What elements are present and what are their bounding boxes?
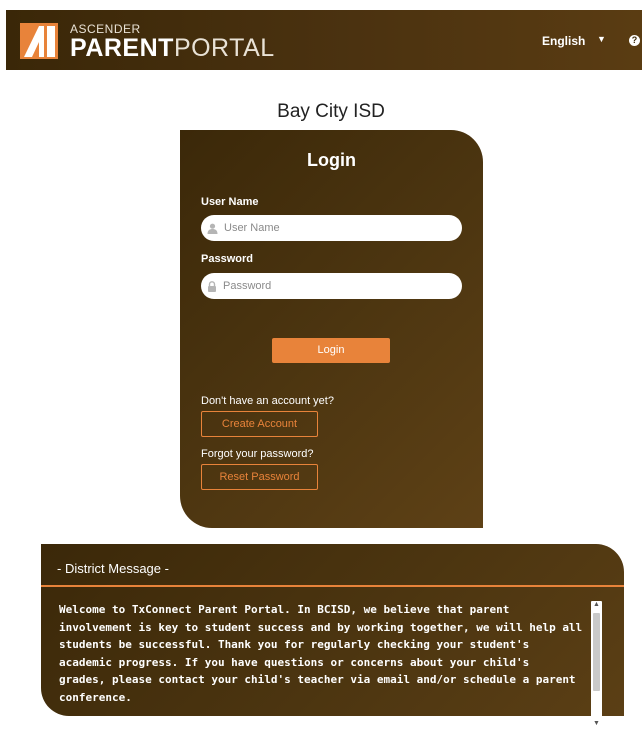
reset-password-button[interactable]: Reset Password	[201, 464, 318, 490]
scroll-up-icon[interactable]: ▲	[591, 601, 602, 608]
username-field[interactable]	[201, 215, 462, 241]
login-card: Login User Name Password Login Don't hav…	[180, 130, 483, 528]
forgot-password-text: Forgot your password?	[201, 448, 314, 460]
message-line: conference.	[59, 690, 132, 704]
message-line: Welcome to TxConnect Parent Portal. In B…	[59, 603, 510, 616]
help-icon[interactable]: ?	[629, 35, 640, 46]
message-line: academic progress. If you have questions…	[59, 655, 530, 669]
ascender-logo-icon	[20, 23, 58, 59]
ascender-parent-portal-logo[interactable]: ASCENDER PARENTPORTAL	[20, 19, 280, 63]
password-input[interactable]	[223, 280, 443, 292]
password-field[interactable]	[201, 273, 462, 299]
create-account-button[interactable]: Create Account	[201, 411, 318, 437]
top-navbar: ASCENDER PARENTPORTAL English ▼ ?	[6, 10, 642, 70]
scroll-down-icon[interactable]: ▼	[591, 720, 602, 727]
username-label: User Name	[201, 196, 259, 208]
login-title: Login	[307, 150, 356, 170]
brand-parent-text: PARENT	[70, 34, 174, 62]
password-label: Password	[201, 253, 253, 265]
message-line: involvement is key to student success an…	[59, 620, 583, 634]
message-line: students be successful. Thank you for re…	[59, 638, 530, 651]
lock-icon	[208, 280, 216, 292]
divider	[41, 585, 624, 587]
brand-main-text: PARENTPORTAL	[70, 35, 275, 61]
scrollbar-thumb[interactable]	[593, 613, 600, 691]
caret-down-icon[interactable]: ▼	[597, 34, 606, 44]
message-scrollbar[interactable]: ▲ ▼	[591, 601, 602, 727]
district-message-text[interactable]: Welcome to TxConnect Parent Portal. In B…	[59, 601, 589, 706]
district-message-title: - District Message -	[57, 561, 169, 576]
username-input[interactable]	[224, 222, 444, 234]
language-selector[interactable]: English	[542, 34, 585, 48]
login-button[interactable]: Login	[272, 338, 390, 363]
brand-portal-text: PORTAL	[173, 34, 275, 62]
message-line: grades, please contact your child's teac…	[59, 673, 576, 686]
district-message-card: - District Message - Welcome to TxConnec…	[41, 544, 624, 727]
district-name: Bay City ISD	[277, 101, 385, 122]
no-account-text: Don't have an account yet?	[201, 395, 334, 407]
user-icon	[207, 223, 218, 234]
